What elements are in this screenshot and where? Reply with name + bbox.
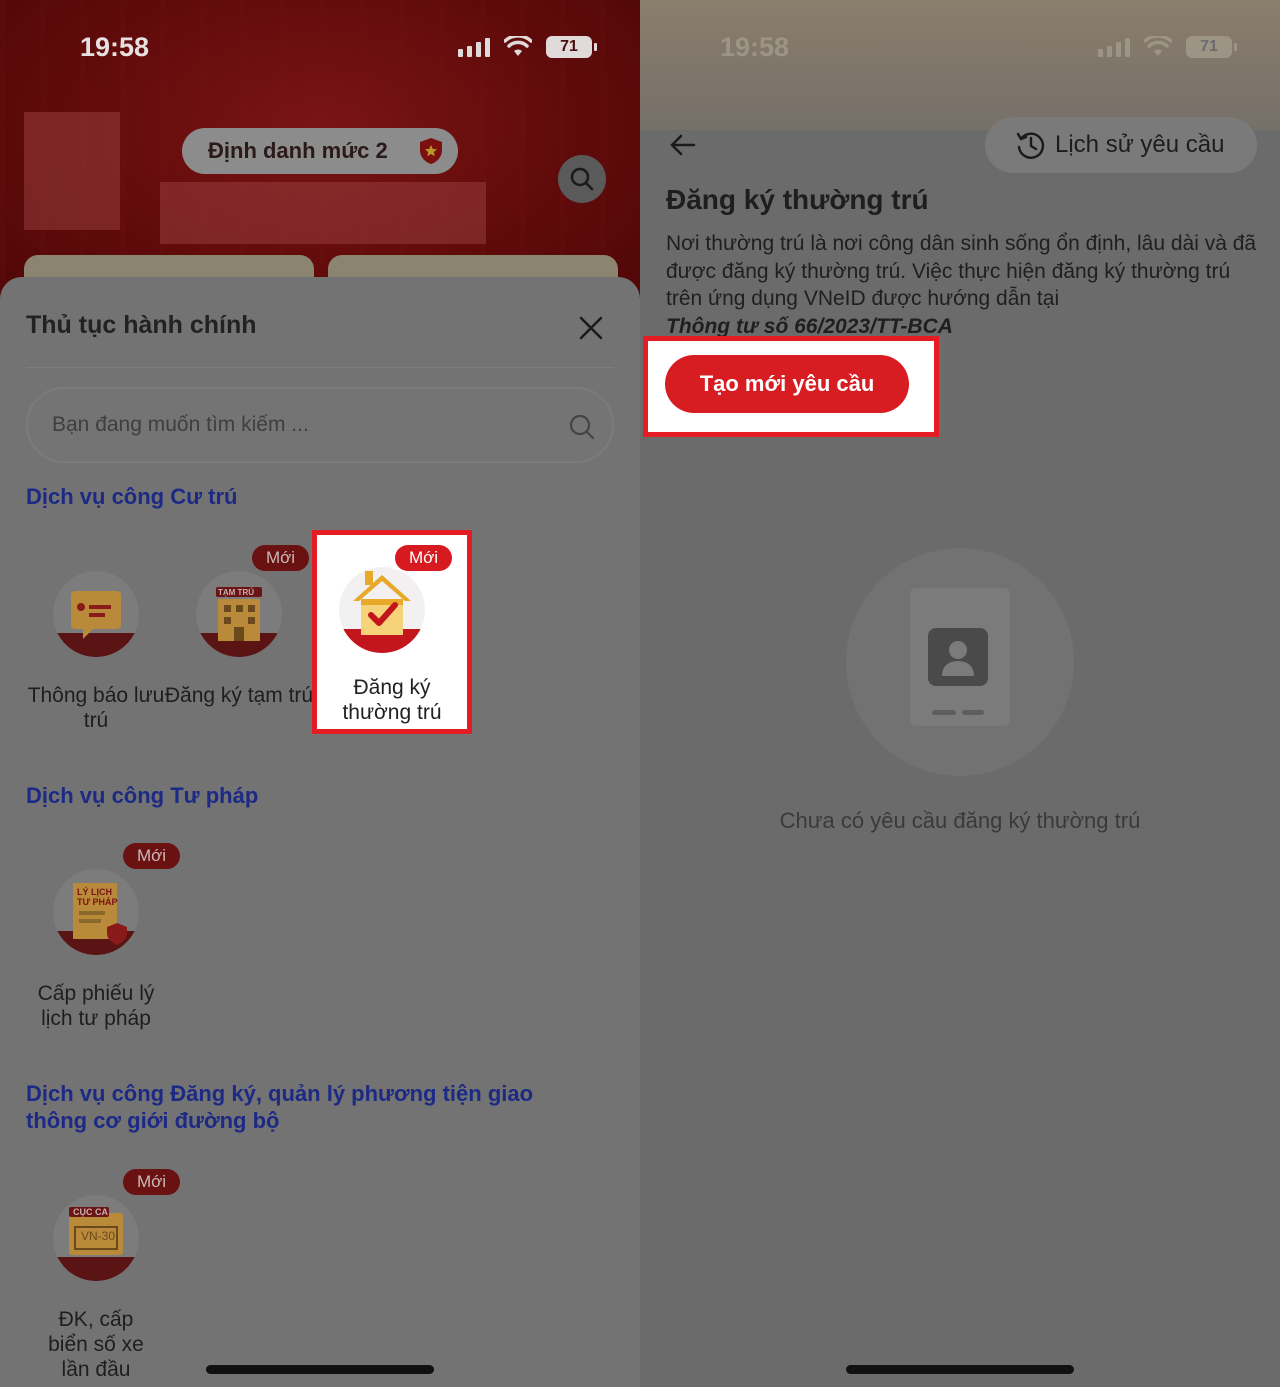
service-notify-stay[interactable]: Thông báo lưu trú <box>21 535 171 732</box>
service-vehicle-plate[interactable]: CỤC CA VN-30 Mới ĐK, cấp biển số xe lần … <box>21 1159 181 1381</box>
law-reference[interactable]: Thông tư số 66/2023/TT-BCA <box>666 313 1266 341</box>
description: Nơi thường trú là nơi công dân sinh sống… <box>666 230 1266 340</box>
level-badge[interactable]: Định danh mức 2 <box>182 128 458 174</box>
temp-residence-icon: TẠM TRÚ <box>196 571 282 657</box>
search-field[interactable] <box>26 387 614 463</box>
section-title-justice: Dịch vụ công Tư pháp <box>26 783 259 808</box>
judicial-record-icon: LÝ LỊCH TƯ PHÁP <box>53 869 139 955</box>
right-screen: 19:58 71 Lịch sử yêu cầu Đăng ký thường … <box>640 0 1280 1387</box>
create-highlight: Tạo mới yêu cầu <box>643 336 939 437</box>
history-clock-icon <box>1016 132 1045 159</box>
signal-icon <box>1098 37 1130 57</box>
document-icon <box>910 588 1010 726</box>
person-icon <box>928 628 988 686</box>
section-title-vehicles: Dịch vụ công Đăng ký, quản lý phương tiệ… <box>26 1081 534 1133</box>
procedures-sheet: Thủ tục hành chính Dịch vụ công Cư trú T… <box>0 277 640 1387</box>
signal-icon <box>458 37 490 57</box>
status-icons: 71 <box>1098 36 1237 58</box>
service-label: Đăng ký tạm trú <box>164 684 314 707</box>
wifi-icon <box>1144 36 1172 56</box>
service-label: Thông báo lưu trú <box>27 684 165 732</box>
page-title: Đăng ký thường trú <box>666 184 929 215</box>
battery-icon: 71 <box>546 36 597 58</box>
home-indicator[interactable] <box>206 1365 434 1374</box>
service-temp-residence[interactable]: TẠM TRÚ Mới Đăng ký tạm trú <box>164 535 314 731</box>
empty-state-illustration <box>846 548 1074 776</box>
shield-icon <box>420 138 442 164</box>
service-label: Cấp phiếu lý lịch tư pháp <box>37 982 155 1030</box>
new-badge: Mới <box>252 545 310 571</box>
search-icon <box>570 167 594 191</box>
status-icons: 71 <box>458 36 597 58</box>
temp-residence-icon-text: TẠM TRÚ <box>218 588 254 597</box>
vehicle-plate-icon: CỤC CA VN-30 <box>53 1195 139 1281</box>
history-label: Lịch sử yêu cầu <box>1055 131 1225 158</box>
search-input[interactable] <box>52 407 552 443</box>
description-text: Nơi thường trú là nơi công dân sinh sống… <box>666 232 1257 310</box>
service-label: Đăng ký thường trú <box>342 676 442 724</box>
vehicle-plate-number: VN-30 <box>81 1229 116 1243</box>
notify-stay-icon <box>53 571 139 657</box>
battery-icon: 71 <box>1186 36 1237 58</box>
empty-state-text: Chưa có yêu cầu đăng ký thường trú <box>779 808 1141 833</box>
judicial-record-icon-text: LÝ LỊCH TƯ PHÁP <box>77 887 118 907</box>
permanent-residence-icon <box>339 567 425 653</box>
sheet-title: Thủ tục hành chính <box>26 311 257 339</box>
search-button[interactable] <box>558 155 606 203</box>
section-title-residence: Dịch vụ công Cư trú <box>26 484 238 509</box>
service-label: ĐK, cấp biển số xe lần đầu <box>48 1308 144 1381</box>
wifi-icon <box>504 36 532 56</box>
new-badge: Mới <box>395 545 453 571</box>
service-judicial-record[interactable]: LÝ LỊCH TƯ PHÁP Mới Cấp phiếu lý lịch tư… <box>21 833 181 1030</box>
status-time: 19:58 <box>80 32 150 62</box>
divider <box>26 367 614 368</box>
user-name-redacted <box>160 182 486 244</box>
left-screen: 19:58 71 Định danh mức 2 Thủ tục hành ch… <box>0 0 640 1387</box>
search-icon[interactable] <box>568 413 596 441</box>
status-time: 19:58 <box>720 32 790 62</box>
avatar <box>24 112 120 230</box>
new-badge: Mới <box>123 1169 181 1195</box>
create-request-button[interactable]: Tạo mới yêu cầu <box>665 355 909 413</box>
service-permanent-residence[interactable]: Mới Đăng ký thường trú <box>312 530 472 734</box>
top-backdrop <box>640 0 1280 130</box>
home-indicator[interactable] <box>846 1365 1074 1374</box>
vehicle-plate-icon-text: CỤC CA <box>73 1207 108 1217</box>
close-icon[interactable] <box>574 311 608 345</box>
back-arrow-icon[interactable] <box>666 128 700 162</box>
level-label: Định danh mức 2 <box>208 138 388 163</box>
history-button[interactable]: Lịch sử yêu cầu <box>985 117 1257 173</box>
new-badge: Mới <box>123 843 181 869</box>
